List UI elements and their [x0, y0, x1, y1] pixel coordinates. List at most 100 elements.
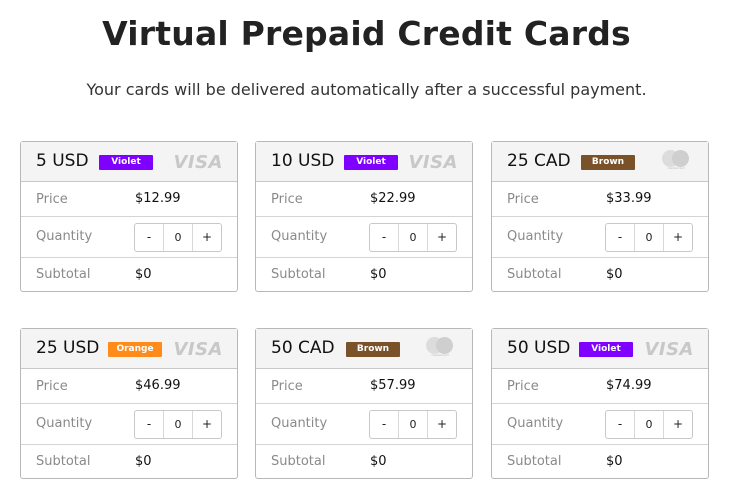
subtotal-row: Subtotal $0: [21, 445, 237, 479]
product-card: 50 CAD Brown mastercard Price $57.99 Qua…: [255, 328, 473, 479]
decrease-quantity-button[interactable]: -: [135, 411, 164, 438]
card-name: 50 CAD: [271, 338, 335, 358]
increase-quantity-button[interactable]: +: [663, 224, 692, 251]
visa-logo-icon: VISA: [644, 339, 694, 360]
quantity-stepper[interactable]: - 0 +: [369, 223, 457, 252]
subtotal-row: Subtotal $0: [256, 445, 472, 479]
subtotal-value: $0: [606, 267, 623, 282]
price-label: Price: [36, 192, 68, 207]
decrease-quantity-button[interactable]: -: [370, 224, 399, 251]
quantity-row: Quantity - 0 +: [256, 217, 472, 258]
quantity-row: Quantity - 0 +: [492, 217, 708, 258]
quantity-input[interactable]: 0: [635, 411, 663, 438]
increase-quantity-button[interactable]: +: [427, 224, 456, 251]
price-row: Price $74.99: [492, 369, 708, 404]
quantity-label: Quantity: [271, 229, 328, 244]
decrease-quantity-button[interactable]: -: [606, 224, 635, 251]
price-value: $57.99: [370, 378, 416, 393]
color-badge: Violet: [579, 342, 633, 357]
quantity-label: Quantity: [36, 229, 93, 244]
decrease-quantity-button[interactable]: -: [370, 411, 399, 438]
quantity-stepper[interactable]: - 0 +: [605, 410, 693, 439]
price-label: Price: [507, 192, 539, 207]
subtotal-label: Subtotal: [271, 267, 326, 282]
card-name: 5 USD: [36, 151, 89, 171]
subtotal-label: Subtotal: [36, 267, 91, 282]
page-subtitle: Your cards will be delivered automatical…: [86, 80, 647, 99]
visa-logo-icon: VISA: [173, 339, 223, 360]
subtotal-value: $0: [606, 454, 623, 469]
card-header: 25 USD Orange VISA: [21, 329, 237, 369]
subtotal-value: $0: [370, 267, 387, 282]
subtotal-value: $0: [135, 454, 152, 469]
color-badge: Violet: [344, 155, 398, 170]
increase-quantity-button[interactable]: +: [192, 224, 221, 251]
price-row: Price $46.99: [21, 369, 237, 404]
price-label: Price: [36, 379, 68, 394]
card-header: 5 USD Violet VISA: [21, 142, 237, 182]
price-row: Price $33.99: [492, 182, 708, 217]
card-header: 10 USD Violet VISA: [256, 142, 472, 182]
price-value: $74.99: [606, 378, 652, 393]
quantity-stepper[interactable]: - 0 +: [369, 410, 457, 439]
quantity-label: Quantity: [507, 416, 564, 431]
quantity-input[interactable]: 0: [399, 224, 427, 251]
price-value: $33.99: [606, 191, 652, 206]
price-value: $46.99: [135, 378, 181, 393]
quantity-row: Quantity - 0 +: [492, 404, 708, 445]
card-header: 25 CAD Brown mastercard: [492, 142, 708, 182]
decrease-quantity-button[interactable]: -: [135, 224, 164, 251]
quantity-input[interactable]: 0: [164, 411, 192, 438]
color-badge: Violet: [99, 155, 153, 170]
visa-logo-icon: VISA: [173, 152, 223, 173]
product-card: 10 USD Violet VISA Price $22.99 Quantity…: [255, 141, 473, 292]
product-card: 50 USD Violet VISA Price $74.99 Quantity…: [491, 328, 709, 479]
subtotal-label: Subtotal: [507, 454, 562, 469]
card-name: 25 USD: [36, 338, 100, 358]
quantity-row: Quantity - 0 +: [256, 404, 472, 445]
increase-quantity-button[interactable]: +: [663, 411, 692, 438]
card-header: 50 USD Violet VISA: [492, 329, 708, 369]
quantity-label: Quantity: [507, 229, 564, 244]
visa-logo-icon: VISA: [408, 152, 458, 173]
quantity-stepper[interactable]: - 0 +: [134, 223, 222, 252]
subtotal-row: Subtotal $0: [492, 258, 708, 292]
subtotal-label: Subtotal: [36, 454, 91, 469]
card-name: 10 USD: [271, 151, 335, 171]
price-label: Price: [507, 379, 539, 394]
price-row: Price $22.99: [256, 182, 472, 217]
quantity-input[interactable]: 0: [635, 224, 663, 251]
subtotal-row: Subtotal $0: [21, 258, 237, 292]
increase-quantity-button[interactable]: +: [192, 411, 221, 438]
card-name: 50 USD: [507, 338, 571, 358]
quantity-input[interactable]: 0: [399, 411, 427, 438]
subtotal-value: $0: [135, 267, 152, 282]
price-value: $22.99: [370, 191, 416, 206]
product-card: 25 CAD Brown mastercard Price $33.99 Qua…: [491, 141, 709, 292]
card-header: 50 CAD Brown mastercard: [256, 329, 472, 369]
product-card: 25 USD Orange VISA Price $46.99 Quantity…: [20, 328, 238, 479]
quantity-row: Quantity - 0 +: [21, 404, 237, 445]
mastercard-logo-icon: mastercard: [424, 337, 456, 359]
quantity-label: Quantity: [36, 416, 93, 431]
subtotal-row: Subtotal $0: [492, 445, 708, 479]
quantity-input[interactable]: 0: [164, 224, 192, 251]
page-title: Virtual Prepaid Credit Cards: [102, 14, 631, 53]
price-label: Price: [271, 192, 303, 207]
subtotal-label: Subtotal: [507, 267, 562, 282]
color-badge: Orange: [108, 342, 162, 357]
price-value: $12.99: [135, 191, 181, 206]
mastercard-logo-icon: mastercard: [660, 150, 692, 172]
color-badge: Brown: [581, 155, 635, 170]
subtotal-value: $0: [370, 454, 387, 469]
quantity-stepper[interactable]: - 0 +: [605, 223, 693, 252]
decrease-quantity-button[interactable]: -: [606, 411, 635, 438]
subtotal-row: Subtotal $0: [256, 258, 472, 292]
quantity-label: Quantity: [271, 416, 328, 431]
increase-quantity-button[interactable]: +: [427, 411, 456, 438]
price-row: Price $12.99: [21, 182, 237, 217]
quantity-stepper[interactable]: - 0 +: [134, 410, 222, 439]
color-badge: Brown: [346, 342, 400, 357]
card-name: 25 CAD: [507, 151, 571, 171]
product-card: 5 USD Violet VISA Price $12.99 Quantity …: [20, 141, 238, 292]
